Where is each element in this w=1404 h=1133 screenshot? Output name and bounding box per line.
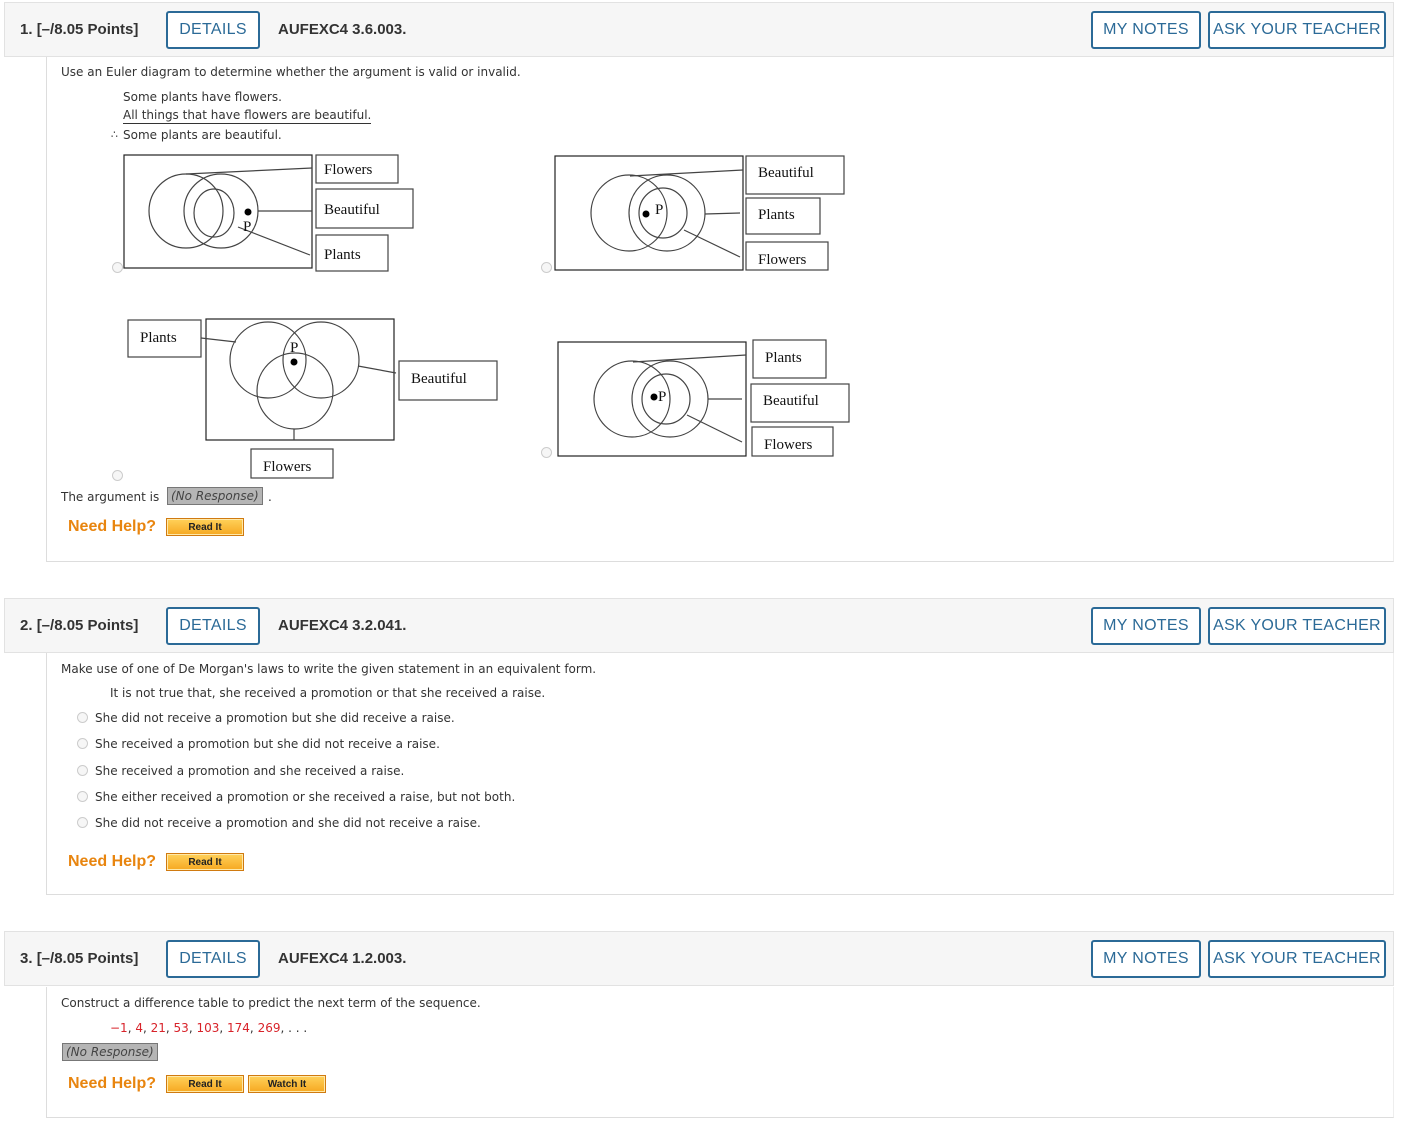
svg-text:Beautiful: Beautiful xyxy=(763,393,819,409)
q3-prompt: Construct a difference table to predict … xyxy=(61,996,481,1010)
option-label[interactable]: She did not receive a promotion but she … xyxy=(95,711,455,725)
q2-statement: It is not true that, she received a prom… xyxy=(110,686,546,700)
svg-text:Plants: Plants xyxy=(324,247,361,263)
question-number: 2. [–/8.05 Points] xyxy=(20,617,139,634)
svg-text:Plants: Plants xyxy=(758,207,795,223)
option-label[interactable]: She received a promotion but she did not… xyxy=(95,737,440,751)
question-code: AUFEXC4 1.2.003. xyxy=(278,950,407,967)
option-radio[interactable] xyxy=(77,790,88,802)
option-radio[interactable] xyxy=(77,764,88,776)
q2-prompt: Make use of one of De Morgan's laws to w… xyxy=(61,662,597,676)
euler-diagrams: P Flowers Beautiful Plants P Beautiful P… xyxy=(123,154,850,479)
watch-it-button[interactable]: Watch It xyxy=(248,1075,326,1093)
need-help-label: Need Help? xyxy=(68,518,157,535)
diagram-option-2-radio[interactable] xyxy=(541,262,552,273)
svg-text:Flowers: Flowers xyxy=(764,437,812,453)
question-number: 3. [–/8.05 Points] xyxy=(20,950,139,967)
euler-diagram-option-1: P Flowers Beautiful Plants xyxy=(123,154,414,272)
question-code: AUFEXC4 3.2.041. xyxy=(278,617,407,634)
diagram-option-4-radio[interactable] xyxy=(541,447,552,458)
read-it-button[interactable]: Read It xyxy=(166,518,244,536)
svg-text:Beautiful: Beautiful xyxy=(758,165,814,181)
option-label[interactable]: She either received a promotion or she r… xyxy=(95,790,515,804)
svg-text:Plants: Plants xyxy=(765,350,802,366)
my-notes-button[interactable]: MY NOTES xyxy=(1091,607,1201,645)
option-radio[interactable] xyxy=(77,712,88,723)
euler-diagram-option-2: P Beautiful Plants Flowers xyxy=(554,155,845,271)
option-label[interactable]: She received a promotion and she receive… xyxy=(95,764,404,778)
question-3-header: 3. [–/8.05 Points] DETAILS AUFEXC4 1.2.0… xyxy=(4,931,1394,986)
diagram-option-1-radio[interactable] xyxy=(112,262,123,273)
q1-answer-suffix: . xyxy=(268,490,272,504)
points: [–/8.05 Points] xyxy=(36,617,139,634)
sequence-term: 53 xyxy=(173,1021,189,1035)
svg-text:P: P xyxy=(655,202,663,218)
svg-text:Beautiful: Beautiful xyxy=(324,202,380,218)
svg-text:Beautiful: Beautiful xyxy=(411,371,467,387)
q3-answer-input[interactable]: (No Response) xyxy=(62,1043,158,1061)
svg-text:P: P xyxy=(290,340,298,356)
question-2-header: 2. [–/8.05 Points] DETAILS AUFEXC4 3.2.0… xyxy=(4,598,1394,653)
points: [–/8.05 Points] xyxy=(36,950,139,967)
svg-text:Flowers: Flowers xyxy=(758,252,806,268)
details-button[interactable]: DETAILS xyxy=(166,607,260,645)
svg-text:P: P xyxy=(658,389,666,405)
sequence-term: 21 xyxy=(150,1021,166,1035)
euler-diagram-option-4: P Plants Beautiful Flowers xyxy=(557,339,850,457)
svg-text:Flowers: Flowers xyxy=(324,162,372,178)
sequence-term: 103 xyxy=(196,1021,220,1035)
ask-your-teacher-button[interactable]: ASK YOUR TEACHER xyxy=(1208,607,1386,645)
svg-text:Plants: Plants xyxy=(140,330,177,346)
sequence-term: −1 xyxy=(110,1021,128,1035)
sequence-term: 269 xyxy=(257,1021,281,1035)
sequence-ellipsis: , . . . xyxy=(280,1021,308,1035)
svg-text:Flowers: Flowers xyxy=(263,459,311,475)
need-help-label: Need Help? xyxy=(68,1075,157,1092)
details-button[interactable]: DETAILS xyxy=(166,940,260,978)
diagram-option-3-radio[interactable] xyxy=(112,470,123,481)
sequence-term: 174 xyxy=(227,1021,250,1035)
sequence-term: 4 xyxy=(135,1021,143,1035)
need-help-label: Need Help? xyxy=(68,853,157,870)
euler-diagram-option-3: P Plants Beautiful Flowers xyxy=(127,318,498,479)
q1-answer-select[interactable]: (No Response) xyxy=(167,487,263,505)
option-label[interactable]: She did not receive a promotion and she … xyxy=(95,816,481,830)
sequence: −1, 4, 21, 53, 103, 174, 269, . . . xyxy=(110,1021,308,1035)
svg-text:P: P xyxy=(243,219,251,235)
read-it-button[interactable]: Read It xyxy=(166,853,244,871)
ask-your-teacher-button[interactable]: ASK YOUR TEACHER xyxy=(1208,940,1386,978)
q1-answer-label: The argument is xyxy=(61,490,160,504)
read-it-button[interactable]: Read It xyxy=(166,1075,244,1093)
my-notes-button[interactable]: MY NOTES xyxy=(1091,940,1201,978)
